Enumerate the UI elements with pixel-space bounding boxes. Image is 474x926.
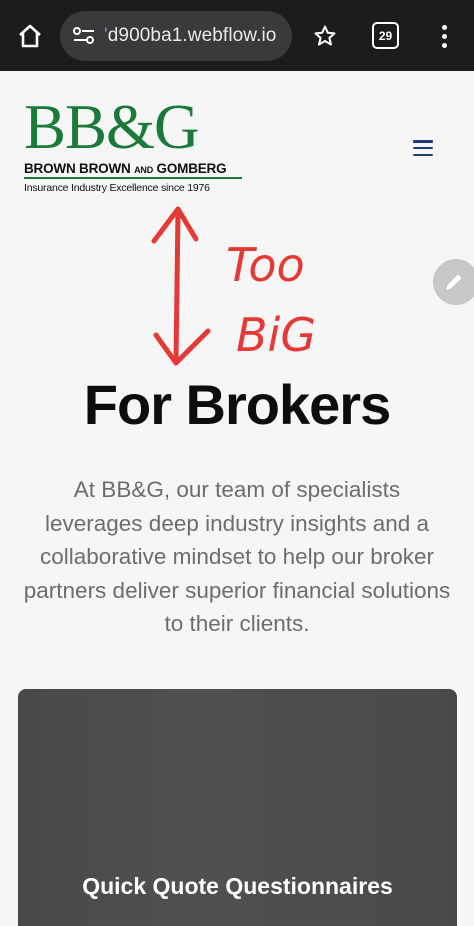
home-icon[interactable]: [14, 20, 46, 52]
browser-toolbar: 'd900ba1.webflow.io 29: [0, 0, 474, 71]
page-title: For Brokers: [83, 373, 391, 436]
annotation-big: BiG: [236, 308, 316, 362]
annotation-too: Too: [226, 238, 305, 292]
logo-tagline: Insurance Industry Excellence since 1976: [24, 182, 210, 194]
star-icon[interactable]: [309, 20, 341, 52]
hamburger-menu-icon[interactable]: [413, 140, 433, 156]
tab-switcher-icon[interactable]: 29: [372, 22, 399, 49]
webpage: BB&G BROWN BROWN AND GOMBERG Insurance I…: [0, 71, 474, 926]
too-big-annotation: Too BiG: [151, 206, 316, 366]
tab-count: 29: [378, 28, 393, 43]
url-text: 'd900ba1.webflow.io: [104, 25, 277, 46]
bbg-logo[interactable]: BB&G BROWN BROWN AND GOMBERG Insurance I…: [24, 92, 242, 197]
logo-mark: BB&G: [24, 92, 200, 162]
card-title: Quick Quote Questionnaires: [82, 873, 393, 899]
address-bar[interactable]: 'd900ba1.webflow.io: [60, 11, 292, 61]
page-description: At BB&G, our team of specialists leverag…: [23, 477, 451, 636]
quick-quote-card[interactable]: Quick Quote Questionnaires: [18, 689, 457, 926]
pencil-icon: [446, 274, 462, 290]
more-icon[interactable]: [432, 20, 456, 52]
edit-pencil-button[interactable]: [433, 259, 474, 305]
site-settings-icon[interactable]: [64, 11, 104, 61]
logo-company-name: BROWN BROWN AND GOMBERG: [24, 161, 242, 179]
